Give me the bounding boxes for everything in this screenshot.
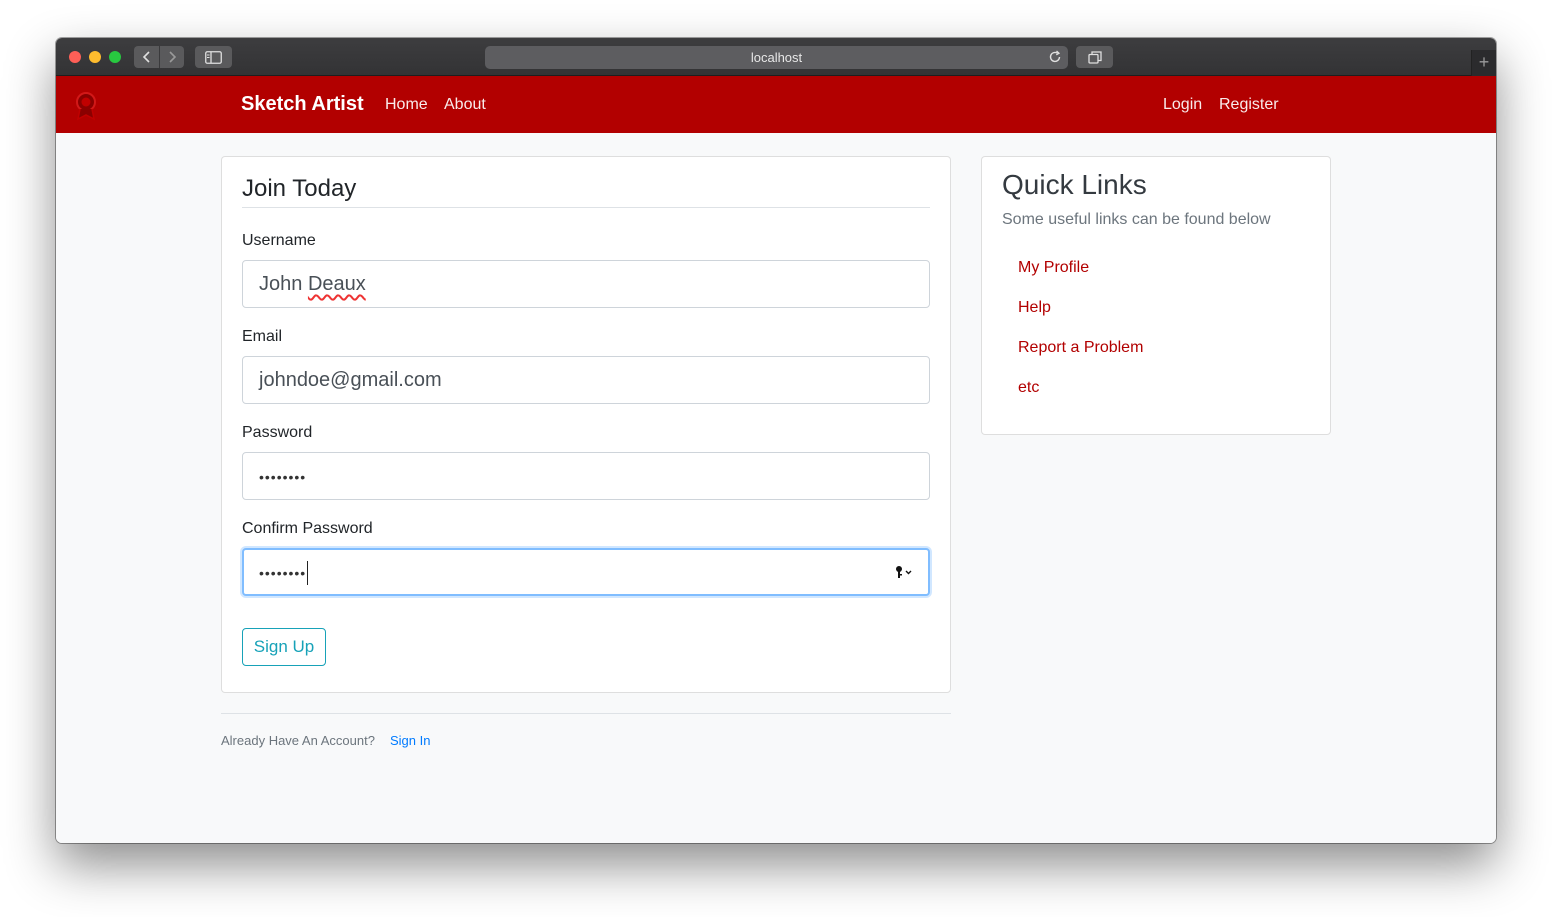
signup-card: Join Today Username John Deaux Email joh… — [221, 156, 951, 693]
sign-up-button[interactable]: Sign Up — [242, 628, 326, 666]
quick-links-title: Quick Links — [1002, 169, 1147, 200]
quick-links-card: Quick Links Some useful links can be fou… — [981, 156, 1331, 435]
page-content: Join Today Username John Deaux Email joh… — [56, 133, 1496, 843]
confirm-password-input[interactable]: •••••••• — [242, 548, 930, 596]
sketch-logo-icon — [76, 92, 96, 121]
sidebar-toggle-button[interactable] — [195, 46, 232, 68]
zoom-window-button[interactable] — [109, 51, 121, 63]
password-label: Password — [242, 424, 313, 441]
close-window-button[interactable] — [69, 51, 81, 63]
confirm-password-value: •••••••• — [259, 565, 307, 581]
footer-divider — [221, 713, 951, 714]
form-legend: Join Today — [242, 175, 930, 208]
new-tab-button[interactable]: + — [1471, 50, 1496, 76]
history-nav — [134, 46, 184, 68]
chevron-left-icon — [142, 51, 150, 63]
minimize-window-button[interactable] — [89, 51, 101, 63]
quick-link-my-profile[interactable]: My Profile — [1018, 259, 1089, 277]
browser-toolbar: localhost + — [56, 38, 1496, 76]
site-navbar: Sketch Artist Home About Login Register — [56, 76, 1496, 133]
email-label: Email — [242, 328, 283, 345]
nav-register-link[interactable]: Register — [1219, 76, 1279, 133]
quick-link-etc[interactable]: etc — [1018, 379, 1039, 397]
sidebar-icon — [205, 50, 222, 64]
password-input[interactable]: •••••••• — [242, 452, 930, 500]
email-input[interactable]: johndoe@gmail.com — [242, 356, 930, 404]
username-value: John Deaux — [259, 273, 366, 295]
tabs-icon — [1087, 50, 1102, 64]
username-label: Username — [242, 232, 316, 249]
email-value: johndoe@gmail.com — [259, 369, 442, 391]
quick-links-subtitle: Some useful links can be found below — [1002, 211, 1271, 228]
nav-home-link[interactable]: Home — [385, 76, 428, 133]
confirm-password-label: Confirm Password — [242, 520, 373, 537]
reload-icon[interactable] — [1048, 50, 1062, 64]
quick-link-help[interactable]: Help — [1018, 299, 1051, 317]
nav-about-link[interactable]: About — [444, 76, 486, 133]
show-tabs-button[interactable] — [1076, 46, 1113, 68]
sign-in-link[interactable]: Sign In — [390, 733, 430, 748]
chevron-right-icon — [169, 51, 177, 63]
nav-login-link[interactable]: Login — [1163, 76, 1202, 133]
key-icon[interactable] — [894, 564, 914, 580]
quick-link-report-problem[interactable]: Report a Problem — [1018, 339, 1143, 357]
browser-window: localhost + Sketch Artist Home About Log… — [56, 38, 1496, 843]
brand-link[interactable]: Sketch Artist — [241, 76, 364, 133]
address-text: localhost — [750, 50, 803, 65]
back-button[interactable] — [134, 46, 159, 68]
already-account-text: Already Have An Account? — [221, 733, 375, 748]
text-caret — [307, 560, 309, 585]
username-input[interactable]: John Deaux — [242, 260, 930, 308]
password-value: •••••••• — [259, 469, 307, 485]
forward-button[interactable] — [159, 46, 184, 68]
address-bar[interactable]: localhost — [485, 46, 1068, 69]
